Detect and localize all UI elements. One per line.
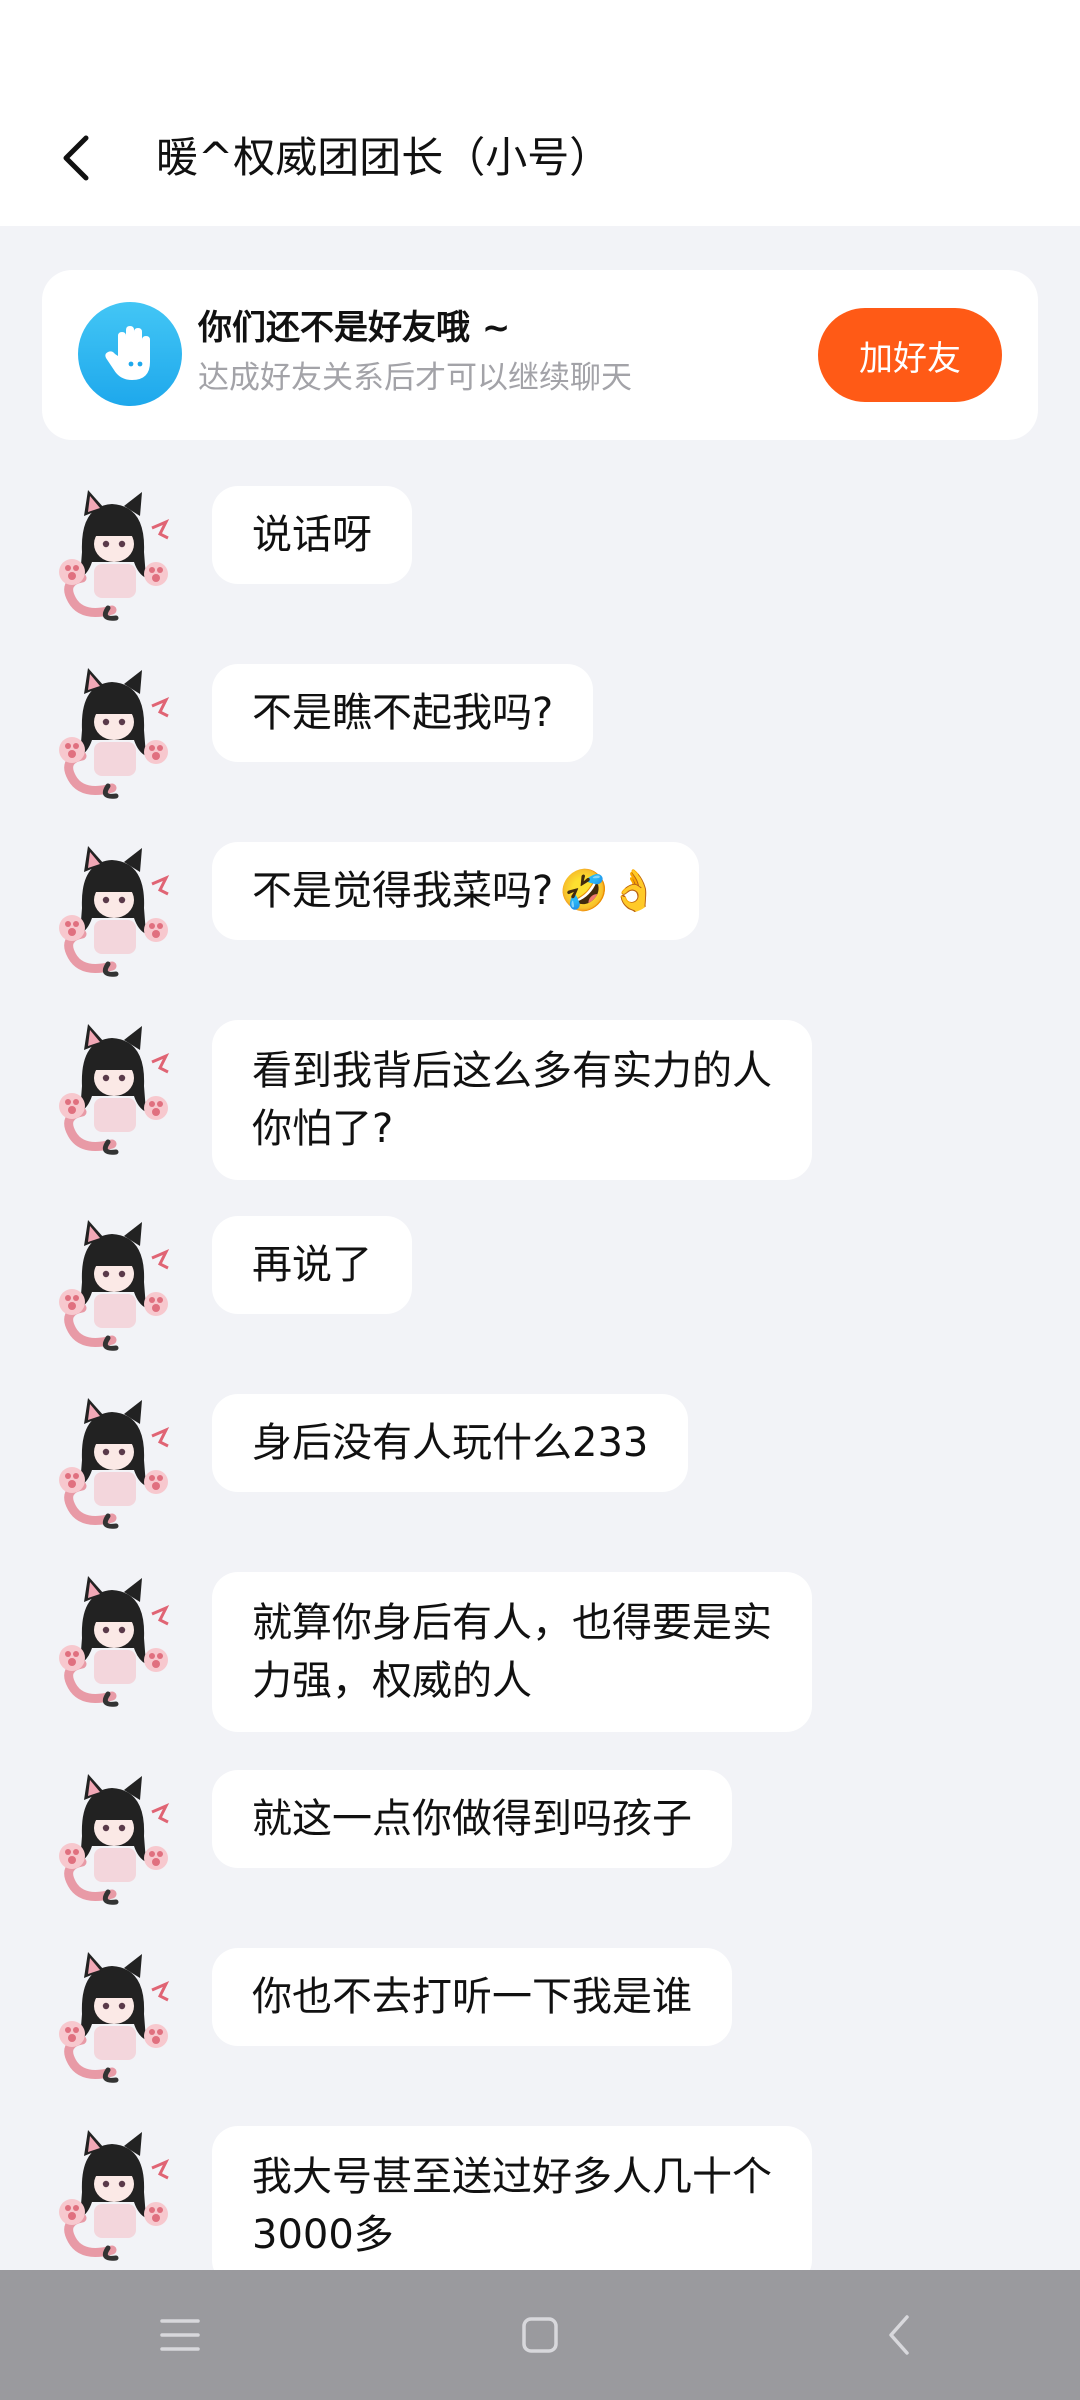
avatar-image — [59, 2130, 170, 2261]
add-friend-button[interactable]: 加好友 — [818, 308, 1002, 402]
avatar-image — [59, 1398, 170, 1529]
message-text: 你也不去打听一下我是谁 — [252, 1974, 692, 2020]
message-text: 我大号甚至送过好多人几十个 3000多 — [252, 2154, 772, 2258]
page-title: 暖^权威团团长（小号） — [156, 133, 612, 182]
avatar[interactable] — [42, 1390, 182, 1530]
avatar[interactable] — [42, 660, 182, 800]
message-text: 不是觉得我菜吗? — [252, 868, 554, 914]
avatar[interactable] — [42, 1944, 182, 2084]
message-text: 就这一点你做得到吗孩子 — [252, 1796, 692, 1842]
system-back-button[interactable] — [865, 2300, 935, 2370]
message-text: 不是瞧不起我吗? — [252, 690, 554, 736]
avatar-image — [59, 668, 170, 799]
message-bubble[interactable]: 说话呀 — [212, 486, 412, 584]
avatar[interactable] — [42, 838, 182, 978]
avatar-image — [59, 490, 170, 621]
avatar-image — [59, 1024, 170, 1155]
back-button[interactable] — [48, 128, 108, 188]
message-bubble[interactable]: 你也不去打听一下我是谁 — [212, 1948, 732, 2046]
message-bubble[interactable]: 我大号甚至送过好多人几十个 3000多 — [212, 2126, 812, 2286]
home-button[interactable] — [505, 2300, 575, 2370]
avatar[interactable] — [42, 1212, 182, 1352]
message-text: 就算你身后有人，也得要是实 力强，权威的人 — [252, 1600, 772, 1704]
message-bubble[interactable]: 身后没有人玩什么233 — [212, 1394, 689, 1492]
message-text: 再说了 — [252, 1242, 372, 1288]
system-navigation-bar — [0, 2270, 1080, 2400]
avatar[interactable] — [42, 2122, 182, 2262]
message-bubble[interactable]: 就算你身后有人，也得要是实 力强，权威的人 — [212, 1572, 812, 1732]
back-icon — [889, 2315, 909, 2355]
message-bubble[interactable]: 就这一点你做得到吗孩子 — [212, 1770, 732, 1868]
not-friend-banner: 你们还不是好友哦 ~ 达成好友关系后才可以继续聊天 加好友 — [42, 270, 1038, 440]
avatar[interactable] — [42, 1766, 182, 1906]
laughing-ok-emoji: 🤣👌 — [559, 868, 659, 914]
message-bubble[interactable]: 不是瞧不起我吗? — [212, 664, 594, 762]
avatar[interactable] — [42, 1016, 182, 1156]
hand-wave-icon — [78, 302, 182, 406]
message-bubble[interactable]: 再说了 — [212, 1216, 412, 1314]
chat-header: 暖^权威团团长（小号） — [0, 92, 1080, 226]
avatar[interactable] — [42, 482, 182, 622]
avatar-image — [59, 1952, 170, 2083]
avatar-image — [59, 1774, 170, 1905]
message-bubble[interactable]: 看到我背后这么多有实力的人 你怕了? — [212, 1020, 812, 1180]
message-text: 身后没有人玩什么233 — [252, 1420, 649, 1466]
avatar-image — [59, 1576, 170, 1707]
message-text: 说话呀 — [252, 512, 372, 558]
home-icon — [522, 2317, 558, 2353]
banner-title: 你们还不是好友哦 ~ — [198, 308, 511, 348]
menu-button[interactable] — [145, 2300, 215, 2370]
message-text: 看到我背后这么多有实力的人 你怕了? — [252, 1048, 772, 1152]
avatar[interactable] — [42, 1568, 182, 1708]
menu-icon — [160, 2319, 200, 2351]
avatar-image — [59, 846, 170, 977]
message-bubble[interactable]: 不是觉得我菜吗? 🤣👌 — [212, 842, 699, 940]
banner-subtitle: 达成好友关系后才可以继续聊天 — [198, 360, 632, 396]
avatar-image — [59, 1220, 170, 1351]
status-bar — [0, 0, 1080, 92]
chevron-left-icon — [63, 135, 89, 181]
